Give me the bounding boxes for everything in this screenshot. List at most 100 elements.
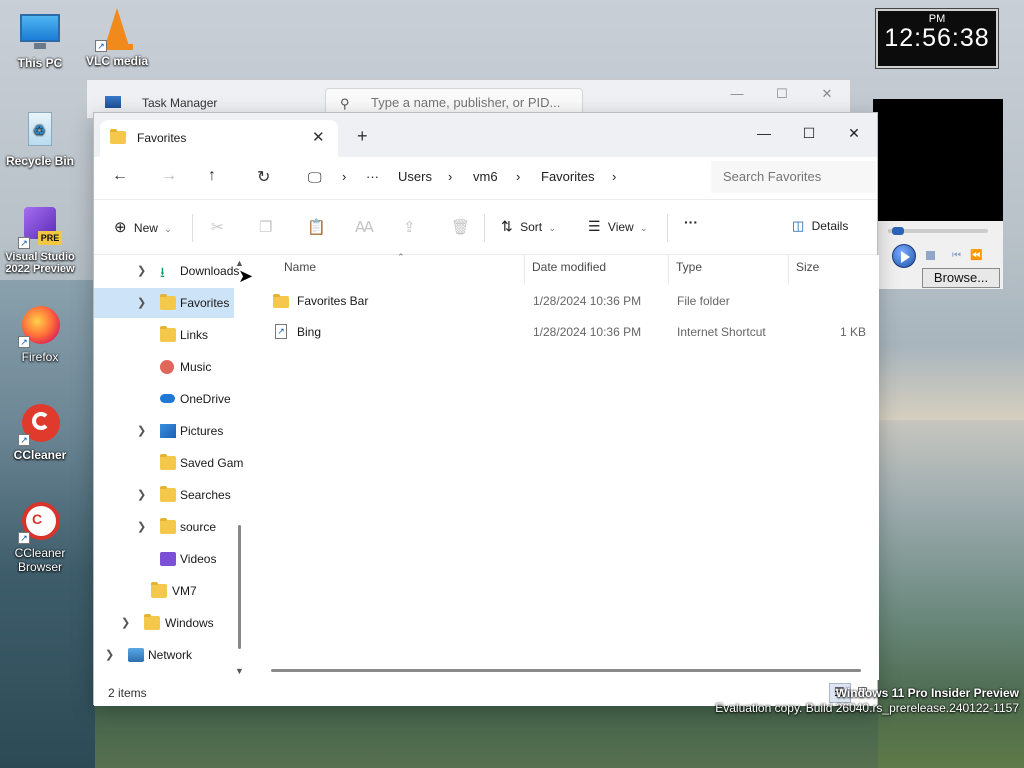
- chevron-right-icon[interactable]: ❯: [137, 488, 146, 501]
- more-options-icon[interactable]: ···: [684, 214, 698, 230]
- breadcrumb-vm6[interactable]: vm6: [473, 169, 498, 184]
- task-manager-search-input[interactable]: [371, 95, 571, 110]
- seek-knob[interactable]: [892, 227, 904, 235]
- chevron-right-icon[interactable]: ❯: [137, 296, 146, 309]
- tree-item-downloads[interactable]: ❯ ⭳ Downloads: [94, 256, 239, 286]
- sort-button[interactable]: ⇅ Sort ⌄: [501, 218, 556, 235]
- ccleaner-browser-icon: C ↗: [18, 500, 62, 544]
- column-header-date[interactable]: Date modified: [532, 260, 606, 274]
- search-box[interactable]: [711, 161, 876, 193]
- tree-item-links[interactable]: Links: [94, 320, 234, 350]
- cut-icon[interactable]: ✂: [211, 218, 224, 236]
- desktop-icon-this-pc[interactable]: This PC: [0, 10, 80, 70]
- chevron-right-icon[interactable]: ❯: [137, 520, 146, 533]
- navigation-pane-scrollbar[interactable]: ▲ ▼: [234, 255, 244, 680]
- copy-icon[interactable]: ❐: [259, 218, 272, 236]
- scroll-down-icon[interactable]: ▼: [235, 666, 244, 676]
- column-header-name[interactable]: Name: [284, 260, 316, 274]
- delete-icon[interactable]: 🗑: [451, 218, 470, 236]
- seek-bar[interactable]: [888, 227, 988, 235]
- horizontal-scrollbar[interactable]: [271, 669, 861, 672]
- monitor-icon: [18, 10, 62, 54]
- tree-item-searches[interactable]: ❯ Searches: [94, 480, 234, 510]
- new-button[interactable]: ⊕ New ⌄: [114, 218, 172, 236]
- shortcut-arrow-icon: ↗: [18, 237, 30, 249]
- tree-item-videos[interactable]: Videos: [94, 544, 234, 574]
- rename-icon[interactable]: Ꜳ: [355, 218, 374, 236]
- more-ellipsis-icon[interactable]: ···: [366, 169, 379, 184]
- tree-item-windows[interactable]: ❯ Windows: [94, 608, 234, 638]
- refresh-icon[interactable]: ↻: [257, 167, 270, 187]
- column-divider[interactable]: [788, 255, 789, 285]
- minimize-button[interactable]: —: [723, 86, 751, 106]
- chevron-right-icon[interactable]: ❯: [137, 264, 146, 277]
- tree-item-label: OneDrive: [180, 392, 231, 406]
- new-tab-icon[interactable]: +: [357, 126, 368, 147]
- desktop-icon-firefox[interactable]: ↗ Firefox: [0, 304, 80, 364]
- browse-button[interactable]: Browse...: [922, 268, 1000, 288]
- view-button[interactable]: ☰ View ⌄: [588, 218, 648, 235]
- chevron-right-icon[interactable]: ❯: [137, 424, 146, 437]
- build-watermark: Evaluation copy. Build 26040.rs_prerelea…: [715, 701, 1019, 715]
- breadcrumb-users[interactable]: Users: [398, 169, 432, 184]
- breadcrumb-favorites[interactable]: Favorites: [541, 169, 594, 184]
- mouse-cursor-icon: ➤: [238, 266, 254, 286]
- desktop-icon-ccleaner-browser[interactable]: C ↗ CCleaner Browser: [0, 500, 80, 574]
- plus-circle-icon: ⊕: [114, 219, 127, 236]
- chevron-right-icon[interactable]: ❯: [105, 648, 114, 661]
- item-count: 2 items: [108, 686, 147, 700]
- previous-icon[interactable]: ⏮: [952, 250, 961, 261]
- close-button[interactable]: ✕: [813, 86, 841, 106]
- paste-icon[interactable]: 📋: [307, 218, 326, 236]
- tree-item-favorites[interactable]: ❯ Favorites: [94, 288, 234, 318]
- scrollbar-thumb[interactable]: [238, 525, 241, 649]
- desktop-icon-label: This PC: [17, 56, 63, 70]
- desktop-icon-label: Firefox: [21, 350, 59, 364]
- stop-button[interactable]: [926, 251, 935, 260]
- minimize-button[interactable]: —: [744, 119, 784, 147]
- forward-icon[interactable]: →: [161, 167, 177, 185]
- tree-item-source[interactable]: ❯ source: [94, 512, 234, 542]
- ccleaner-icon: ↗: [18, 402, 62, 446]
- tree-item-pictures[interactable]: ❯ Pictures: [94, 416, 234, 446]
- pictures-icon: [160, 424, 176, 438]
- back-icon[interactable]: ←: [112, 167, 128, 185]
- details-button[interactable]: ◫ Details: [792, 218, 848, 234]
- share-icon[interactable]: ⇪: [403, 218, 416, 236]
- column-divider[interactable]: [668, 255, 669, 285]
- file-type: File folder: [677, 294, 730, 308]
- close-button[interactable]: ✕: [834, 119, 874, 147]
- up-icon[interactable]: ↑: [208, 167, 216, 185]
- column-header-type[interactable]: Type: [676, 260, 702, 274]
- desktop-icon-visual-studio[interactable]: PRE ↗ Visual Studio 2022 Preview: [0, 205, 80, 275]
- tree-item-label: Videos: [180, 552, 217, 566]
- file-explorer-window[interactable]: Favorites ✕ + — ☐ ✕ ← → ↑ ↻ 🖵 › ··· User…: [93, 112, 879, 706]
- music-icon: [160, 360, 174, 374]
- chevron-right-icon[interactable]: ›: [612, 169, 616, 184]
- tree-item-saved-games[interactable]: Saved Games: [94, 448, 244, 478]
- tree-item-onedrive[interactable]: OneDrive: [94, 384, 234, 414]
- maximize-button[interactable]: ☐: [768, 86, 796, 106]
- rewind-icon[interactable]: ⏪: [970, 250, 982, 261]
- file-row[interactable]: Favorites Bar 1/28/2024 10:36 PM File fo…: [263, 287, 868, 315]
- chevron-down-icon: ⌄: [640, 223, 648, 233]
- maximize-button[interactable]: ☐: [789, 119, 829, 147]
- chevron-right-icon: ›: [516, 169, 521, 184]
- tree-item-vm7[interactable]: VM7: [94, 576, 234, 606]
- desktop-icon-ccleaner[interactable]: ↗ CCleaner: [0, 402, 80, 462]
- desktop-icon-vlc[interactable]: ↗ VLC media: [77, 8, 157, 68]
- navigation-bar: ← → ↑ ↻ 🖵 › ··· Users › vm6 › Favorites …: [94, 157, 877, 199]
- tree-item-network[interactable]: ❯ Network: [94, 640, 234, 670]
- desktop-icon-recycle-bin[interactable]: ♻ Recycle Bin: [0, 108, 80, 168]
- tree-item-music[interactable]: Music: [94, 352, 234, 382]
- search-input[interactable]: [723, 169, 868, 184]
- address-bar[interactable]: 🖵 › ··· Users › vm6 › Favorites ›: [300, 161, 702, 193]
- close-tab-icon[interactable]: ✕: [312, 128, 325, 146]
- tab-favorites[interactable]: Favorites ✕: [100, 120, 338, 157]
- column-divider[interactable]: [524, 255, 525, 285]
- column-header-size[interactable]: Size: [796, 260, 819, 274]
- chevron-down-icon: ⌄: [548, 223, 556, 233]
- file-row[interactable]: ↗ Bing 1/28/2024 10:36 PM Internet Short…: [263, 318, 868, 346]
- play-button[interactable]: [892, 244, 916, 268]
- chevron-right-icon[interactable]: ❯: [121, 616, 130, 629]
